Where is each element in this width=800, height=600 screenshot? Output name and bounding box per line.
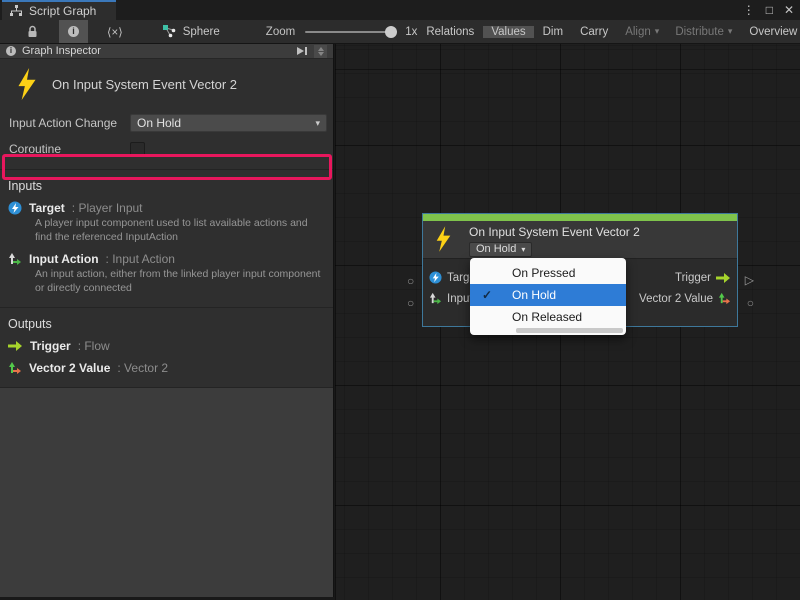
script-graph-asset-icon (162, 25, 177, 38)
vector2-icon (718, 292, 731, 305)
toolbar-button-dim[interactable]: Dim (535, 26, 571, 38)
menu-item-on-pressed[interactable]: On Pressed (470, 262, 626, 284)
menu-item-on-released[interactable]: On Released (470, 306, 626, 328)
toolbar-button-overview[interactable]: Overview (741, 26, 800, 38)
spinner-down-icon[interactable] (318, 52, 324, 56)
node-action-dropdown[interactable]: On Hold ▾ (469, 242, 532, 257)
node-accent-bar (423, 214, 737, 221)
graph-inspector-panel: i Graph Inspector On Input System Event … (0, 44, 334, 597)
dock-panel-icon[interactable] (296, 46, 308, 56)
toolbar-button-values[interactable]: Values (483, 26, 533, 38)
port-connector-circle[interactable]: ○ (747, 297, 754, 309)
info-icon: i (6, 46, 16, 56)
window-controls: ⋮ □ ✕ (743, 0, 794, 20)
graph-canvas[interactable]: On Input System Event Vector 2 On Hold ▾… (335, 44, 800, 600)
info-icon: i (68, 26, 79, 37)
lock-icon (27, 25, 38, 38)
zoom-slider[interactable] (305, 31, 395, 33)
chevron-down-icon: ▾ (655, 26, 660, 37)
node-title: On Input System Event Vector 2 (469, 225, 737, 239)
input-description: An input action, either from the linked … (35, 268, 325, 295)
action-dropdown-menu: On Pressed ✓ On Hold On Released (470, 258, 626, 335)
port-connector-circle[interactable]: ○ (407, 275, 414, 287)
port-connector-triangle[interactable]: ▷ (745, 274, 754, 286)
chevron-down-icon: ▾ (521, 245, 525, 254)
inspector-empty-area (0, 387, 333, 597)
graph-toolbar: i ⟨×⟩ Sphere Zoom 1x Relations Values Di… (0, 20, 800, 44)
zoom-label: Zoom (266, 26, 295, 38)
input-action-change-row: Input Action Change On Hold ▾ (6, 112, 327, 134)
lightning-bolt-icon (435, 226, 452, 252)
flow-arrow-icon (8, 340, 23, 352)
player-input-icon (429, 271, 442, 284)
port-trigger[interactable]: Trigger (675, 272, 731, 284)
inputs-section-header: Inputs (0, 170, 333, 199)
port-connector-circle[interactable]: ○ (407, 297, 414, 309)
graph-target-indicator[interactable]: Sphere (162, 20, 220, 43)
zoom-level: 1x (405, 26, 417, 38)
title-bar: Script Graph ⋮ □ ✕ (0, 0, 800, 20)
coroutine-label: Coroutine (6, 142, 130, 156)
outputs-section-header: Outputs (0, 308, 333, 337)
vector2-icon (8, 361, 22, 375)
inspector-node-title-block: On Input System Event Vector 2 (0, 59, 333, 109)
kebab-menu-icon[interactable]: ⋮ (743, 0, 755, 20)
graph-icon (10, 5, 23, 17)
input-action-change-dropdown[interactable]: On Hold ▾ (130, 114, 327, 132)
output-entry-trigger: Trigger : Flow (0, 337, 333, 359)
toolbar-button-carry[interactable]: Carry (572, 26, 616, 38)
input-action-icon (8, 252, 22, 266)
input-action-change-label: Input Action Change (6, 116, 130, 130)
toolbar-button-align[interactable]: Align ▾ (617, 26, 667, 38)
tab-script-graph[interactable]: Script Graph (2, 0, 116, 20)
maximize-icon[interactable]: □ (766, 0, 773, 20)
input-action-icon (429, 292, 442, 305)
flow-arrow-icon (716, 272, 731, 284)
spinner-up-icon[interactable] (318, 47, 324, 51)
close-icon[interactable]: ✕ (784, 0, 794, 20)
csharp-preview-button[interactable]: ⟨×⟩ (98, 20, 132, 43)
coroutine-checkbox[interactable] (130, 142, 145, 157)
toolbar-button-relations[interactable]: Relations (418, 26, 482, 38)
input-entry-input-action: Input Action : Input Action An input act… (0, 250, 333, 301)
graph-target-label: Sphere (183, 26, 220, 38)
coroutine-row: Coroutine (6, 138, 327, 160)
lock-button[interactable] (18, 20, 47, 43)
panel-spinner-control[interactable] (314, 45, 327, 58)
zoom-slider-knob[interactable] (385, 26, 397, 38)
chevron-down-icon: ▾ (728, 26, 733, 37)
inspector-header-label: Graph Inspector (22, 45, 290, 57)
input-entry-target: Target : Player Input A player input com… (0, 199, 333, 250)
lightning-bolt-icon (16, 68, 38, 100)
inspector-toggle-button[interactable]: i (59, 20, 88, 43)
output-entry-vector2: Vector 2 Value : Vector 2 (0, 359, 333, 381)
menu-item-on-hold[interactable]: ✓ On Hold (470, 284, 626, 306)
player-input-icon (8, 201, 22, 215)
menu-scroll-hint (516, 328, 623, 333)
node-header: On Input System Event Vector 2 On Hold ▾ (423, 221, 737, 258)
inspector-header: i Graph Inspector (0, 44, 333, 59)
inspector-node-title: On Input System Event Vector 2 (52, 77, 237, 92)
input-description: A player input component used to list av… (35, 217, 325, 244)
chevron-down-icon: ▾ (315, 118, 320, 129)
tab-label: Script Graph (29, 4, 96, 18)
toolbar-button-distribute[interactable]: Distribute ▾ (667, 26, 740, 38)
check-icon: ✓ (482, 284, 492, 306)
port-vector2-value[interactable]: Vector 2 Value (639, 292, 731, 305)
